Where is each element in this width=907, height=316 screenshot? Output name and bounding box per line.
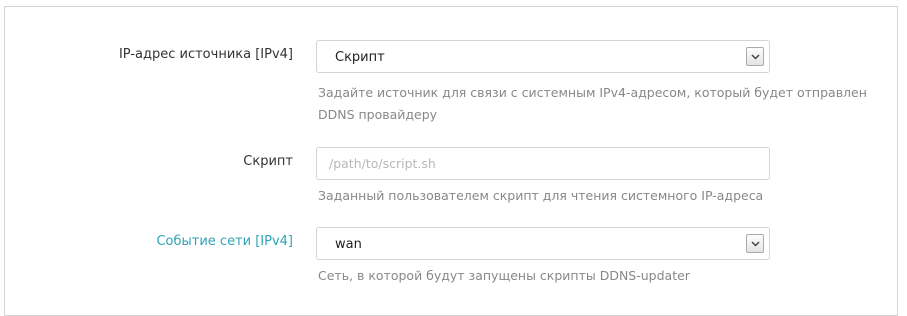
- network-event-label: Событие сети [IPv4]: [156, 234, 293, 249]
- network-event-select-value: wan: [335, 237, 362, 252]
- script-label: Скрипт: [243, 154, 293, 169]
- chevron-down-icon[interactable]: [746, 234, 764, 253]
- ip-source-help: Задайте источник для связи с системным I…: [318, 85, 867, 122]
- script-path-input[interactable]: /path/to/script.sh: [316, 147, 770, 180]
- ip-source-select-value: Скрипт: [335, 50, 385, 65]
- chevron-down-icon[interactable]: [746, 47, 764, 66]
- ip-source-select[interactable]: Скрипт: [316, 40, 770, 73]
- network-event-help: Сеть, в которой будут запущены скрипты D…: [318, 268, 690, 283]
- script-path-placeholder: /path/to/script.sh: [329, 156, 436, 171]
- script-help: Заданный пользователем скрипт для чтения…: [318, 188, 764, 203]
- network-event-select[interactable]: wan: [316, 227, 770, 260]
- ip-source-label: IP-адрес источника [IPv4]: [118, 47, 293, 62]
- settings-panel: IP-адрес источника [IPv4] Скрипт Задайте…: [4, 6, 898, 316]
